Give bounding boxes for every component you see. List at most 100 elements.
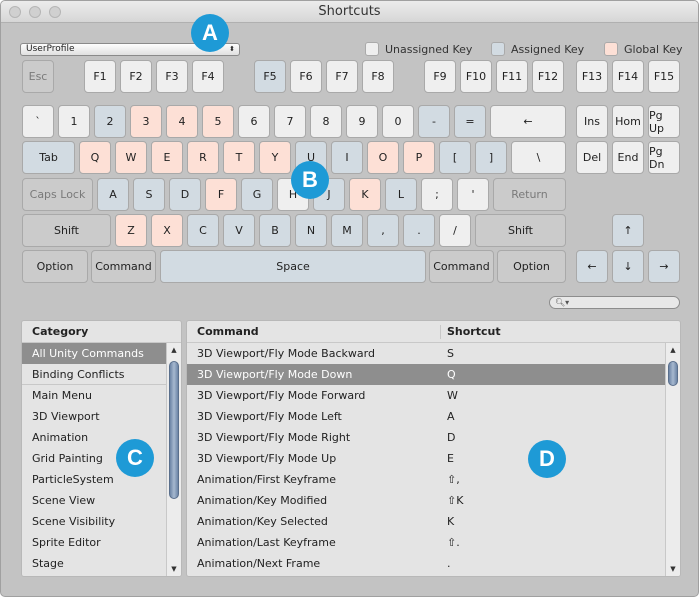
scroll-up-icon[interactable]: ▲: [666, 346, 680, 354]
shortcut-column-header[interactable]: Shortcut: [447, 321, 501, 343]
key-del[interactable]: Del: [576, 141, 608, 174]
key-o[interactable]: O: [367, 141, 399, 174]
key-f11[interactable]: F11: [496, 60, 528, 93]
category-item[interactable]: Main Menu: [22, 385, 181, 406]
key-f5[interactable]: F5: [254, 60, 286, 93]
command-scrollbar[interactable]: ▲ ▼: [665, 343, 680, 576]
key-b[interactable]: B: [259, 214, 291, 247]
key-↑[interactable]: ↑: [612, 214, 644, 247]
key-r[interactable]: R: [187, 141, 219, 174]
command-row[interactable]: 3D Viewport/Fly Mode Forward W: [187, 385, 680, 406]
key-`[interactable]: `: [22, 105, 54, 138]
key-return[interactable]: Return: [493, 178, 566, 211]
key-hom[interactable]: Hom: [612, 105, 644, 138]
category-item[interactable]: ParticleSystem: [22, 469, 181, 490]
key-;[interactable]: ;: [421, 178, 453, 211]
key-l[interactable]: L: [385, 178, 417, 211]
key-f[interactable]: F: [205, 178, 237, 211]
command-row[interactable]: 3D Viewport/Fly Mode Left A: [187, 406, 680, 427]
key-1[interactable]: 1: [58, 105, 90, 138]
key-caps-lock[interactable]: Caps Lock: [22, 178, 93, 211]
key-f13[interactable]: F13: [576, 60, 608, 93]
scroll-down-icon[interactable]: ▼: [167, 565, 181, 573]
key-'[interactable]: ': [457, 178, 489, 211]
key-6[interactable]: 6: [238, 105, 270, 138]
key-\[interactable]: \: [511, 141, 566, 174]
key-esc[interactable]: Esc: [22, 60, 54, 93]
key-k[interactable]: K: [349, 178, 381, 211]
category-scrollbar[interactable]: ▲ ▼: [166, 343, 181, 576]
key-e[interactable]: E: [151, 141, 183, 174]
key-f2[interactable]: F2: [120, 60, 152, 93]
key-7[interactable]: 7: [274, 105, 306, 138]
category-item[interactable]: Animation: [22, 427, 181, 448]
command-row[interactable]: 3D Viewport/Fly Mode Up E: [187, 448, 680, 469]
key-f10[interactable]: F10: [460, 60, 492, 93]
key-3[interactable]: 3: [130, 105, 162, 138]
category-item[interactable]: Sprite Editor: [22, 532, 181, 553]
key-shift[interactable]: Shift: [475, 214, 566, 247]
category-item[interactable]: Stage: [22, 553, 181, 574]
key-5[interactable]: 5: [202, 105, 234, 138]
scroll-down-icon[interactable]: ▼: [666, 565, 680, 573]
scroll-up-icon[interactable]: ▲: [167, 346, 181, 354]
key-=[interactable]: =: [454, 105, 486, 138]
key-w[interactable]: W: [115, 141, 147, 174]
key-v[interactable]: V: [223, 214, 255, 247]
scroll-thumb[interactable]: [169, 361, 179, 499]
key-x[interactable]: X: [151, 214, 183, 247]
key-[[interactable]: [: [439, 141, 471, 174]
key-c[interactable]: C: [187, 214, 219, 247]
key--[interactable]: -: [418, 105, 450, 138]
key-command[interactable]: Command: [429, 250, 494, 283]
key-←[interactable]: ←: [490, 105, 566, 138]
key-9[interactable]: 9: [346, 105, 378, 138]
key-f4[interactable]: F4: [192, 60, 224, 93]
category-item[interactable]: Grid Painting: [22, 448, 181, 469]
search-input[interactable]: 🔍︎▾: [549, 296, 680, 309]
key-g[interactable]: G: [241, 178, 273, 211]
key-s[interactable]: S: [133, 178, 165, 211]
command-row[interactable]: 3D Viewport/Fly Mode Right D: [187, 427, 680, 448]
category-item[interactable]: Scene Visibility: [22, 511, 181, 532]
key-y[interactable]: Y: [259, 141, 291, 174]
key-2[interactable]: 2: [94, 105, 126, 138]
key-p[interactable]: P: [403, 141, 435, 174]
key-8[interactable]: 8: [310, 105, 342, 138]
command-row[interactable]: Animation/Key Modified ⇧K: [187, 490, 680, 511]
key-/[interactable]: /: [439, 214, 471, 247]
key-ins[interactable]: Ins: [576, 105, 608, 138]
key-4[interactable]: 4: [166, 105, 198, 138]
category-item[interactable]: Scene View: [22, 490, 181, 511]
key-n[interactable]: N: [295, 214, 327, 247]
key-space[interactable]: Space: [160, 250, 426, 283]
command-row[interactable]: 3D Viewport/Fly Mode Down Q: [187, 364, 680, 385]
command-row[interactable]: Animation/Next Frame.: [187, 553, 680, 574]
zoom-button[interactable]: [49, 6, 61, 18]
command-row[interactable]: Animation/First Keyframe ⇧,: [187, 469, 680, 490]
key-f1[interactable]: F1: [84, 60, 116, 93]
category-item[interactable]: 3D Viewport: [22, 406, 181, 427]
command-row[interactable]: Animation/Key Selected K: [187, 511, 680, 532]
key-end[interactable]: End: [612, 141, 644, 174]
key-][interactable]: ]: [475, 141, 507, 174]
key-f9[interactable]: F9: [424, 60, 456, 93]
close-button[interactable]: [9, 6, 21, 18]
category-item[interactable]: Binding Conflicts: [22, 364, 181, 385]
key-t[interactable]: T: [223, 141, 255, 174]
key-pg-up[interactable]: Pg Up: [648, 105, 680, 138]
command-row[interactable]: Animation/Last Keyframe ⇧.: [187, 532, 680, 553]
key-↓[interactable]: ↓: [612, 250, 644, 283]
key-f14[interactable]: F14: [612, 60, 644, 93]
category-item[interactable]: All Unity Commands: [22, 343, 181, 364]
scroll-thumb[interactable]: [668, 361, 678, 386]
key-f15[interactable]: F15: [648, 60, 680, 93]
key-i[interactable]: I: [331, 141, 363, 174]
key-q[interactable]: Q: [79, 141, 111, 174]
key-m[interactable]: M: [331, 214, 363, 247]
key-0[interactable]: 0: [382, 105, 414, 138]
key-f8[interactable]: F8: [362, 60, 394, 93]
command-row[interactable]: 3D Viewport/Fly Mode Backward S: [187, 343, 680, 364]
key-a[interactable]: A: [97, 178, 129, 211]
key-pg-dn[interactable]: Pg Dn: [648, 141, 680, 174]
